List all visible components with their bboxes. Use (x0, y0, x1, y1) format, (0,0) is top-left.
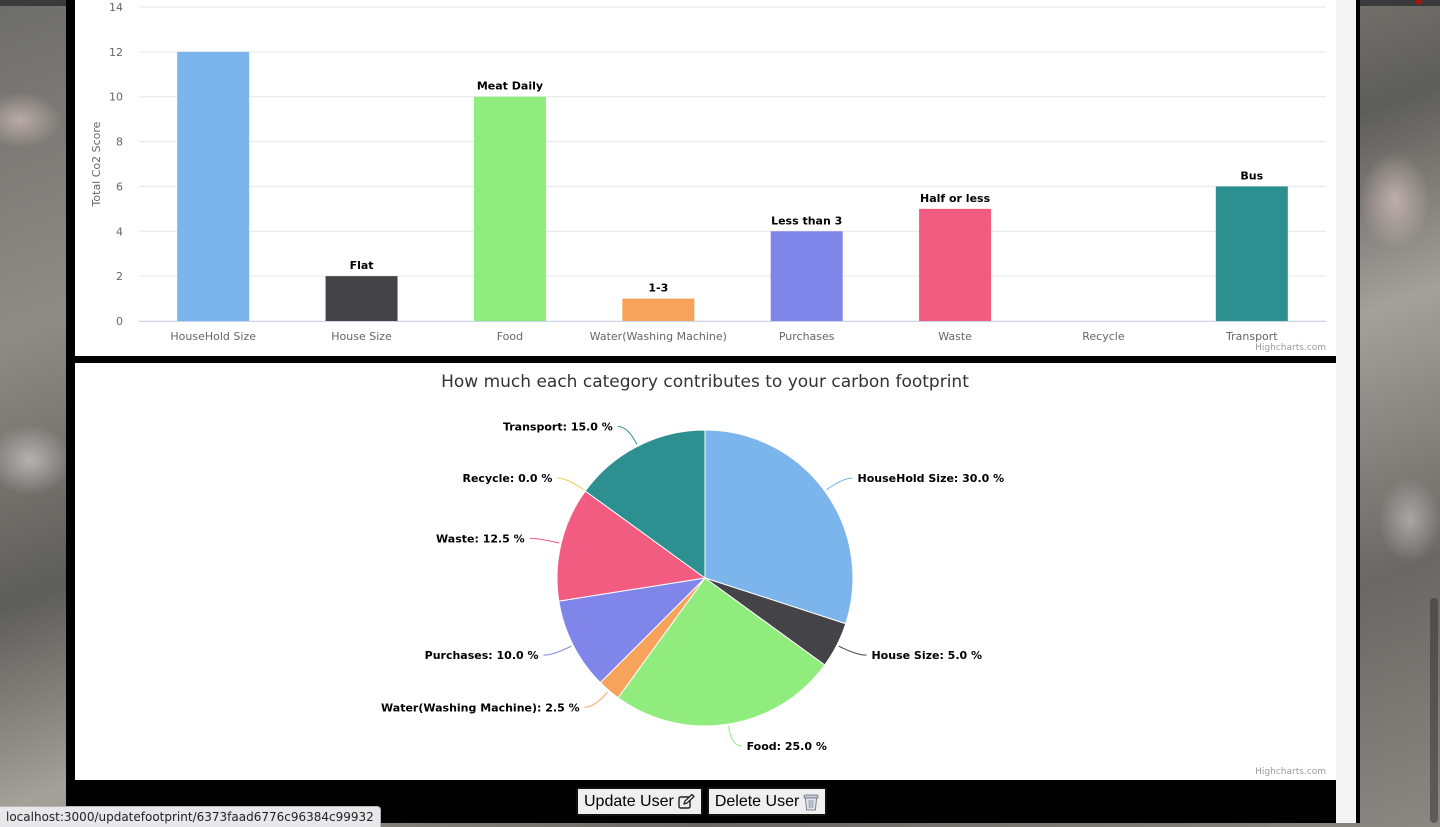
pie-data-label: Water(Washing Machine): 2.5 % (381, 701, 580, 714)
pie-chart-credits[interactable]: Highcharts.com (1255, 767, 1326, 777)
bar (177, 51, 250, 321)
bar (622, 298, 695, 321)
pie-data-label: Recycle: 0.0 % (463, 472, 553, 485)
x-tick-label: Transport (1225, 330, 1278, 343)
delete-user-button[interactable]: Delete User (706, 787, 828, 816)
x-tick-label: HouseHold Size (170, 330, 256, 343)
link-preview-statusbar: localhost:3000/updatefootprint/6373faad6… (0, 806, 381, 827)
pie-title: How much each category contributes to yo… (441, 372, 969, 392)
trash-icon (803, 793, 819, 811)
update-user-button[interactable]: Update User (576, 787, 703, 816)
pie-connector (584, 691, 608, 708)
pie-data-label: Waste: 12.5 % (436, 532, 525, 545)
status-url: localhost:3000/updatefootprint/6373faad6… (6, 810, 374, 824)
pie-chart-card: How much each category contributes to yo… (75, 363, 1336, 780)
user-actions: Update User Delete User (576, 787, 828, 816)
bar-data-label: Half or less (920, 192, 991, 205)
bar (473, 96, 546, 321)
y-tick-label: 8 (116, 136, 123, 149)
delete-user-label: Delete User (714, 792, 800, 810)
y-tick-label: 10 (109, 91, 123, 104)
y-tick-label: 4 (116, 225, 123, 238)
y-tick-label: 2 (116, 270, 123, 283)
x-tick-label: Waste (938, 330, 972, 343)
bar (325, 276, 398, 321)
bar-data-label: Flat (350, 259, 374, 272)
edit-icon (678, 794, 695, 809)
x-tick-label: Water(Washing Machine) (590, 330, 727, 343)
y-tick-label: 6 (116, 180, 123, 193)
pie-connector (529, 537, 560, 544)
window-edge-marker (1416, 0, 1422, 4)
x-tick-label: Recycle (1082, 330, 1125, 343)
x-tick-label: Food (497, 330, 523, 343)
bar (919, 208, 992, 321)
bar-data-label: Bus (1240, 169, 1263, 182)
bar-chart-credits[interactable]: Highcharts.com (1255, 343, 1326, 353)
pie-data-label: Transport: 15.0 % (503, 421, 613, 434)
y-tick-label: 0 (116, 315, 123, 328)
y-tick-label: 14 (109, 1, 123, 14)
y-axis-title: Total Co2 Score (90, 121, 103, 207)
pie-data-label: HouseHold Size: 30.0 % (858, 472, 1005, 485)
x-tick-label: Purchases (779, 330, 835, 343)
pie-connector (617, 426, 638, 445)
pie-chart: How much each category contributes to yo… (381, 372, 1005, 753)
pie-connector (557, 477, 584, 491)
bar-data-label: Meat Daily (477, 80, 543, 93)
bar-data-label: Less than 3 (771, 214, 842, 227)
bar (770, 231, 843, 321)
bar-chart-card: 0 2 4 6 8 10 12 14 Total Co2 Score HouseHold Size… (75, 0, 1336, 356)
pie-connector (543, 645, 572, 656)
scrollbar-thumb[interactable] (1430, 598, 1438, 823)
bar-data-label: 1-3 (648, 282, 668, 295)
pie-data-label: Food: 25.0 % (747, 740, 827, 753)
bar-chart: 0 2 4 6 8 10 12 14 Total Co2 Score HouseHold Size… (90, 1, 1326, 343)
pie-connector (838, 645, 867, 656)
page-right-margin (1336, 0, 1356, 823)
pie-data-label: House Size: 5.0 % (871, 649, 982, 662)
pie-connector (826, 477, 853, 491)
x-tick-label: House Size (331, 330, 392, 343)
y-tick-label: 12 (109, 46, 123, 59)
update-user-label: Update User (584, 792, 674, 810)
bar (1215, 186, 1288, 321)
pie-data-label: Purchases: 10.0 % (425, 649, 539, 662)
pie-connector (727, 726, 742, 747)
